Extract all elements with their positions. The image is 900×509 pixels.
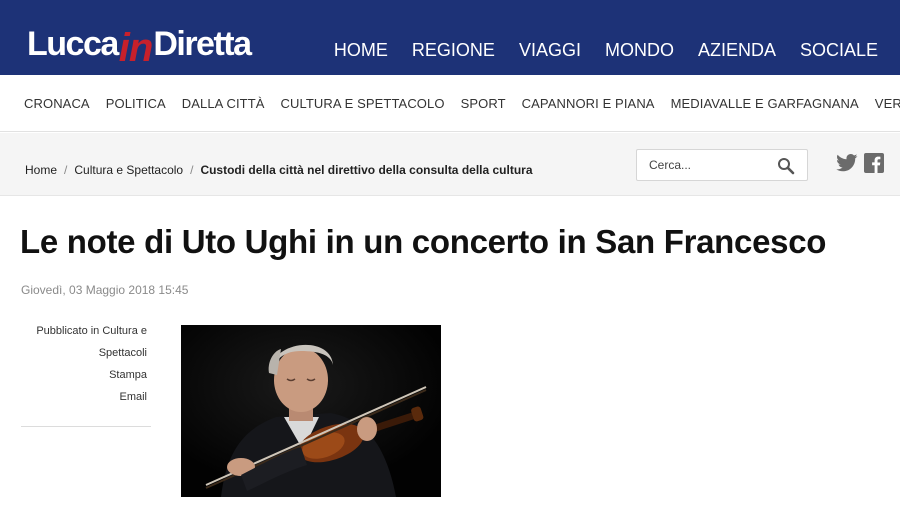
published-in-category[interactable]: Spettacoli xyxy=(21,342,147,364)
search-icon[interactable] xyxy=(777,157,795,175)
main-nav-sociale[interactable]: SOCIALE xyxy=(800,39,878,61)
breadcrumb-section[interactable]: Cultura e Spettacolo xyxy=(74,163,183,177)
section-nav-cronaca[interactable]: CRONACA xyxy=(24,96,90,112)
section-nav-politica[interactable]: POLITICA xyxy=(106,96,166,112)
social-links xyxy=(836,153,884,173)
breadcrumb-home[interactable]: Home xyxy=(25,163,57,177)
print-link[interactable]: Stampa xyxy=(21,364,147,386)
main-nav-home[interactable]: HOME xyxy=(334,39,388,61)
article-image xyxy=(181,325,441,497)
published-in-label: Pubblicato in Cultura e xyxy=(36,325,147,337)
main-nav-mondo[interactable]: MONDO xyxy=(605,39,674,61)
twitter-icon[interactable] xyxy=(836,154,858,172)
section-nav: CRONACA POLITICA DALLA CITTÀ CULTURA E S… xyxy=(0,75,900,132)
search-input[interactable] xyxy=(649,158,769,172)
facebook-icon[interactable] xyxy=(864,153,884,173)
main-nav: HOME REGIONE VIAGGI MONDO AZIENDA SOCIAL… xyxy=(334,39,878,61)
meta-divider xyxy=(21,426,151,427)
main-nav-viaggi[interactable]: VIAGGI xyxy=(519,39,581,61)
main-nav-regione[interactable]: REGIONE xyxy=(412,39,495,61)
logo-text-diretta: Diretta xyxy=(153,25,252,63)
article-date: Giovedì, 03 Maggio 2018 15:45 xyxy=(21,283,189,297)
section-nav-dalla-citta[interactable]: DALLA CITTÀ xyxy=(182,96,265,112)
site-logo[interactable]: Lucca in Diretta xyxy=(27,20,252,68)
breadcrumb-separator: / xyxy=(64,163,68,177)
article-title: Le note di Uto Ughi in un concerto in Sa… xyxy=(20,223,827,260)
breadcrumb-separator: / xyxy=(190,163,194,177)
section-nav-mediavalle[interactable]: MEDIAVALLE E GARFAGNANA xyxy=(671,96,859,112)
main-nav-azienda[interactable]: AZIENDA xyxy=(698,39,776,61)
email-link[interactable]: Email xyxy=(21,386,147,408)
logo-text-in: in xyxy=(118,26,154,70)
search-box xyxy=(636,149,808,181)
section-nav-sport[interactable]: SPORT xyxy=(461,96,506,112)
breadcrumb: Home / Cultura e Spettacolo / Custodi de… xyxy=(25,163,533,177)
logo-text-lucca: Lucca xyxy=(27,25,119,63)
site-header: Lucca in Diretta HOME REGIONE VIAGGI MON… xyxy=(0,0,900,75)
section-nav-cultura[interactable]: CULTURA E SPETTACOLO xyxy=(281,96,445,112)
section-nav-versilia[interactable]: VERSILIA xyxy=(875,96,900,112)
section-nav-capannori[interactable]: CAPANNORI E PIANA xyxy=(522,96,655,112)
article-meta: Pubblicato in Cultura e Spettacoli Stamp… xyxy=(21,320,151,427)
breadcrumb-current: Custodi della città nel direttivo della … xyxy=(200,163,533,177)
